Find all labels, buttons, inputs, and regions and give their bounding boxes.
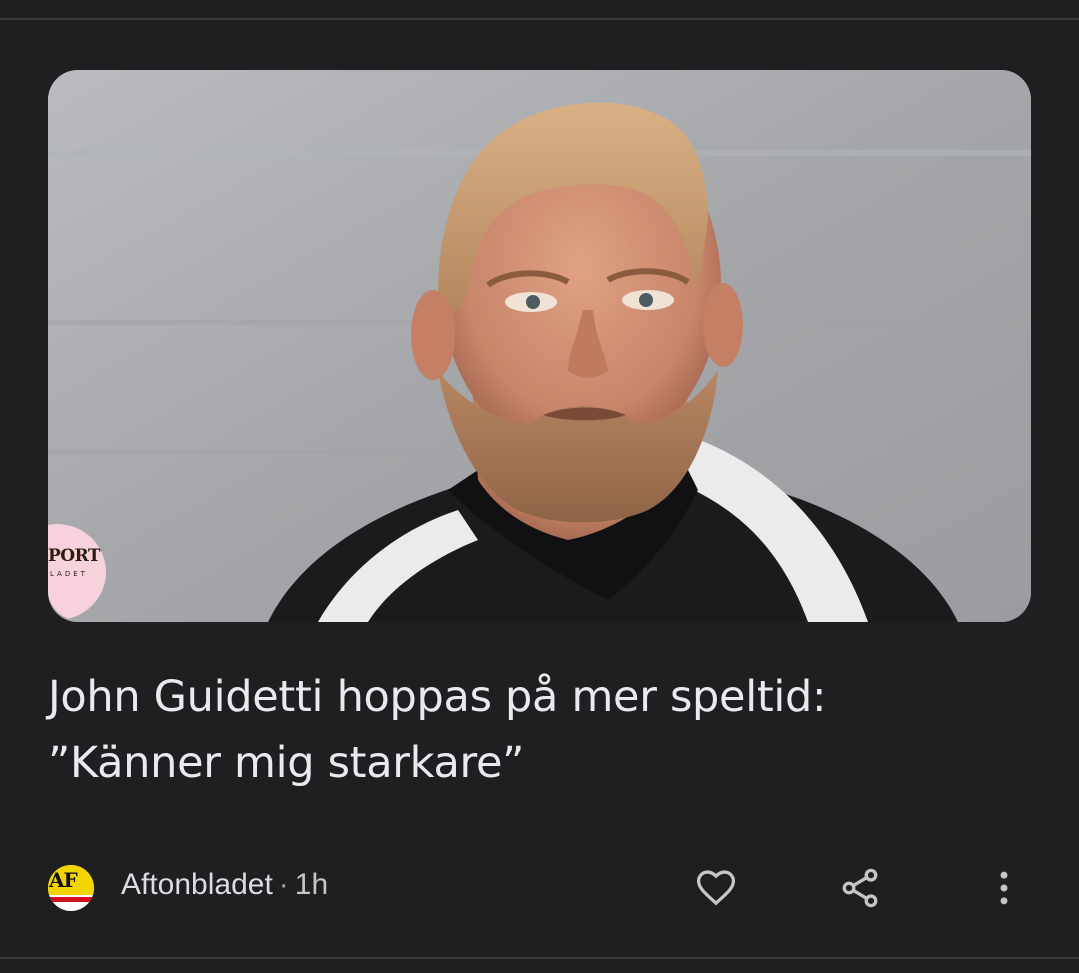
more-vertical-icon: [1000, 871, 1008, 905]
aftonbladet-logo-icon: AF: [48, 865, 94, 911]
share-icon: [842, 868, 878, 908]
logo-text: AF: [49, 868, 78, 892]
source-name[interactable]: Aftonbladet: [121, 868, 273, 901]
badge-subtext: LADET: [50, 570, 88, 578]
sportbladet-badge: PORT LADET: [48, 524, 106, 620]
like-button[interactable]: [688, 860, 744, 916]
article-headline[interactable]: John Guidetti hoppas på mer speltid: ”Kä…: [48, 664, 1008, 796]
top-divider: [0, 18, 1079, 20]
article-image[interactable]: [48, 70, 1031, 622]
share-button[interactable]: [832, 860, 888, 916]
article-age: 1h: [294, 868, 329, 901]
more-options-button[interactable]: [976, 860, 1032, 916]
source-info[interactable]: Aftonbladet · 1h: [121, 868, 328, 902]
meta-separator: ·: [278, 868, 289, 901]
bottom-divider: [0, 957, 1079, 959]
article-meta-row: AF Aftonbladet · 1h: [48, 860, 1028, 914]
heart-outline-icon: [696, 870, 736, 906]
badge-text: PORT: [48, 546, 101, 566]
article-photo: [48, 70, 1031, 622]
